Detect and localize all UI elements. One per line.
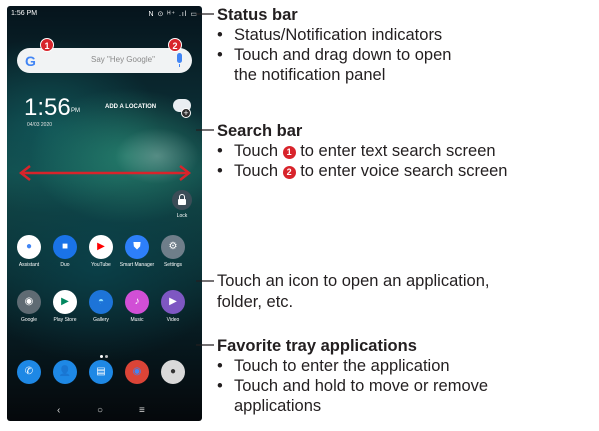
callout-bullet: Touch and drag down to open	[217, 45, 451, 65]
callout-icons: Touch an icon to open an application, fo…	[217, 271, 489, 313]
callout-heading: Status bar	[217, 6, 298, 24]
bullet-text: Touch	[234, 162, 283, 180]
swipe-arrow	[18, 165, 192, 181]
callout-text: Touch an icon to open an application,	[217, 272, 490, 290]
callout-text: folder, etc.	[217, 293, 294, 311]
callout-bullet: Touch 2 to enter voice search screen	[217, 161, 507, 181]
callout-badge-1: 1	[282, 146, 296, 159]
bullet-text: to enter voice search screen	[295, 162, 508, 180]
callout-continuation: applications	[234, 397, 322, 415]
callout-bullet: Touch and hold to move or remove	[217, 376, 488, 396]
callout-continuation: the notification panel	[234, 66, 386, 84]
bullet-text: to enter text search screen	[295, 142, 496, 160]
callout-heading: Search bar	[217, 122, 303, 140]
bullet-text: Touch	[234, 142, 283, 160]
callout-bullet: Touch to enter the application	[217, 356, 488, 376]
callout-bullet: Status/Notification indicators	[217, 25, 451, 45]
callout-badge-2: 2	[282, 166, 296, 179]
callout-bullet: Touch 1 to enter text search screen	[217, 141, 507, 161]
callout-search-bar: Search bar Touch 1 to enter text search …	[217, 121, 507, 181]
callout-favorite-tray: Favorite tray applications Touch to ente…	[217, 336, 488, 416]
callout-status-bar: Status bar Status/Notification indicator…	[217, 5, 451, 85]
callout-heading: Favorite tray applications	[217, 337, 417, 355]
